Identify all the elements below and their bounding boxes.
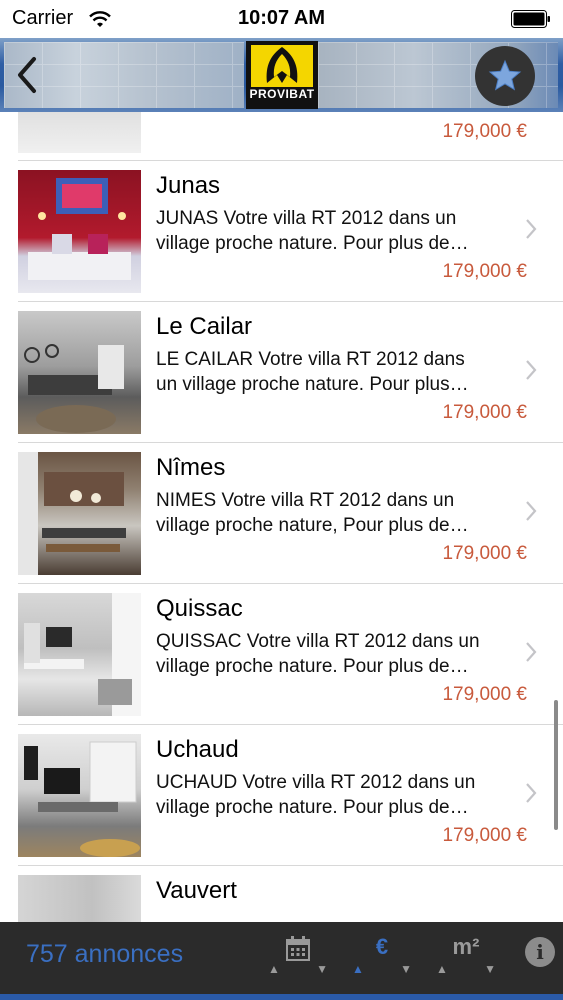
listing-description: JUNAS Votre villa RT 2012 dans un village… — [156, 208, 469, 254]
status-time: 10:07 AM — [237, 7, 326, 29]
logo-emblem-icon — [266, 47, 298, 83]
list-item[interactable]: Quissac QUISSAC Votre villa RT 2012 dans… — [0, 583, 563, 724]
listing-price: 179,000 € — [442, 261, 527, 282]
list-item[interactable]: Uchaud UCHAUD Votre villa RT 2012 dans u… — [0, 724, 563, 865]
scroll-indicator[interactable] — [554, 700, 558, 830]
bottom-toolbar: 757 annonces ▲ ▼ € ▲ ▼ m² ▲ ▼ i — [0, 922, 563, 1000]
listing-description: LE CAILAR Votre villa RT 2012 dans un vil… — [156, 349, 469, 395]
listing-price: 179,000 € — [442, 543, 527, 564]
listing-price: 179,000 € — [442, 684, 527, 705]
listing-thumbnail — [18, 112, 141, 153]
listing-title: Vauvert — [156, 877, 237, 904]
battery-icon — [511, 10, 550, 28]
listing-price: 179,000 € — [442, 121, 527, 142]
calendar-icon — [286, 936, 310, 961]
listing-thumbnail — [18, 311, 141, 434]
listing-title: Uchaud — [156, 736, 239, 763]
listing-description: UCHAUD Votre villa RT 2012 dans un villag… — [156, 772, 476, 818]
listing-description: QUISSAC Votre villa RT 2012 dans un villa… — [156, 631, 480, 677]
listing-price: 179,000 € — [442, 402, 527, 423]
chevron-right-icon — [526, 501, 537, 521]
navigation-bar: PROVIBAT — [0, 38, 563, 112]
listing-title: Le Cailar — [156, 313, 253, 340]
listing-price: 179,000 € — [442, 825, 527, 846]
listing-title: Nîmes — [156, 454, 226, 481]
list-item[interactable]: Nîmes NIMES Votre villa RT 2012 dans un v… — [0, 442, 563, 583]
list-item[interactable]: 179,000 € — [0, 112, 563, 161]
listing-thumbnail — [18, 452, 141, 575]
star-icon — [488, 59, 522, 91]
logo-text: PROVIBAT — [249, 87, 315, 101]
brand-logo: PROVIBAT — [246, 41, 318, 109]
chevron-right-icon — [526, 219, 537, 239]
sort-ascending-icon: ▲ — [436, 962, 448, 976]
listing-title: Junas — [156, 172, 221, 199]
sort-ascending-icon: ▲ — [352, 962, 364, 976]
listing-list[interactable]: 179,000 € Junas JUNAS Votre villa RT 201… — [0, 112, 563, 922]
euro-icon: € — [375, 934, 389, 959]
chevron-right-icon — [526, 783, 537, 803]
sort-by-price-button[interactable]: € ▲ ▼ — [350, 932, 414, 988]
favorite-button[interactable] — [475, 46, 535, 106]
listing-thumbnail — [18, 875, 141, 922]
listing-title: Quissac — [156, 595, 243, 622]
list-item[interactable]: Le Cailar LE CAILAR Votre villa RT 2012 … — [0, 301, 563, 442]
list-item[interactable]: Junas JUNAS Votre villa RT 2012 dans un v… — [0, 160, 563, 301]
sort-by-area-button[interactable]: m² ▲ ▼ — [434, 932, 498, 988]
sort-descending-icon: ▼ — [400, 962, 412, 976]
sort-by-date-button[interactable]: ▲ ▼ — [266, 932, 330, 988]
area-icon: m² — [452, 934, 480, 959]
sort-descending-icon: ▼ — [316, 962, 328, 976]
chevron-right-icon — [526, 360, 537, 380]
back-button[interactable] — [12, 54, 42, 96]
listing-count: 757 annonces — [26, 940, 184, 968]
listing-thumbnail — [18, 593, 141, 716]
bottom-accent-bar — [0, 994, 563, 1000]
info-button[interactable]: i — [525, 937, 555, 967]
status-bar: Carrier 10:07 AM — [0, 0, 563, 38]
list-item[interactable]: Vauvert — [0, 865, 563, 922]
listing-description: NIMES Votre villa RT 2012 dans un village… — [156, 490, 469, 536]
listing-thumbnail — [18, 734, 141, 857]
sort-descending-icon: ▼ — [484, 962, 496, 976]
listing-thumbnail — [18, 170, 141, 293]
sort-ascending-icon: ▲ — [268, 962, 280, 976]
chevron-right-icon — [526, 642, 537, 662]
